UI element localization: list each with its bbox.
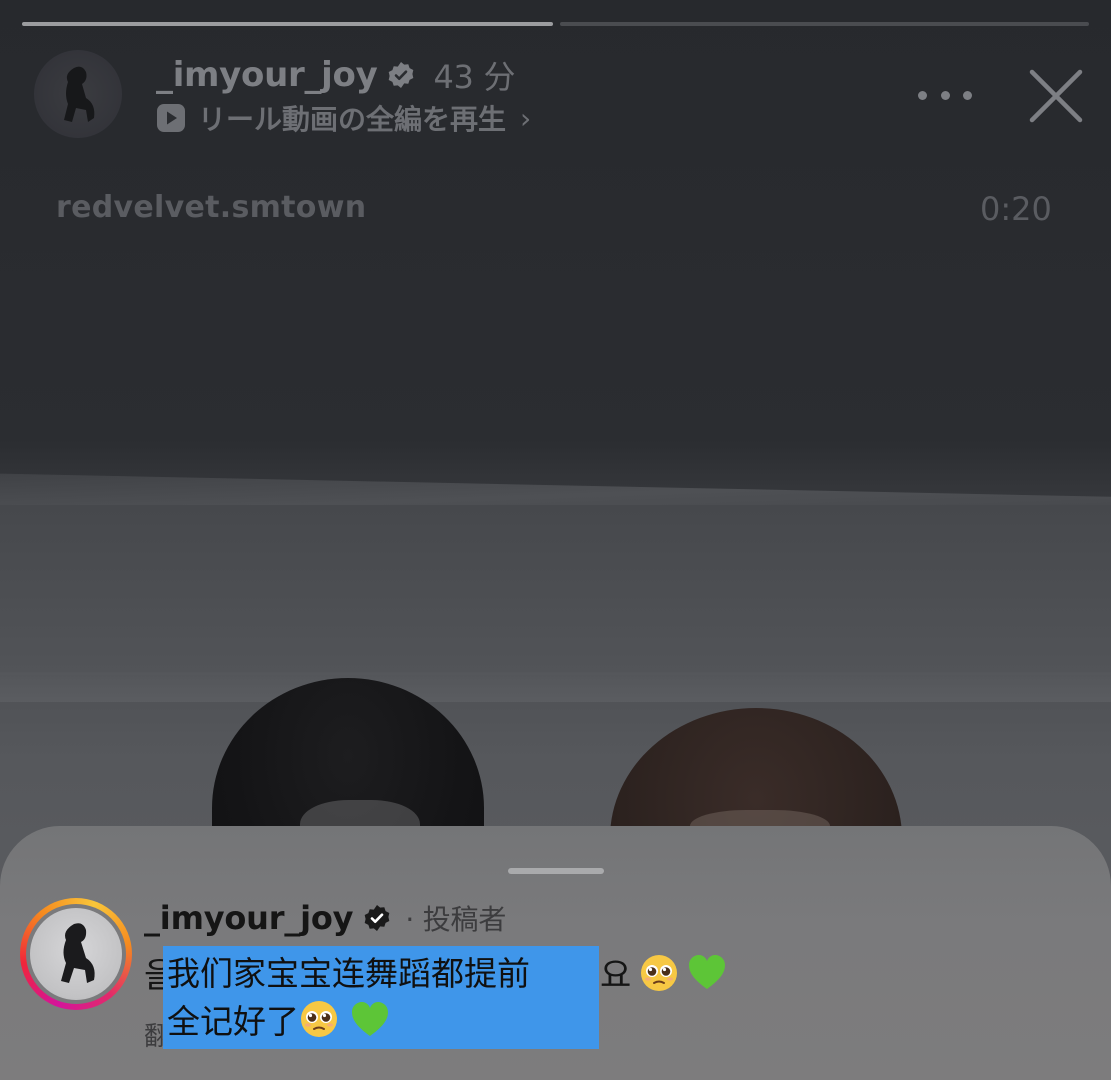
story-progress-bar xyxy=(22,22,553,26)
comment-username[interactable]: _imyour_joy xyxy=(144,899,354,937)
more-icon xyxy=(918,90,927,100)
comment-text-tail: 요 xyxy=(600,956,632,996)
play-full-reel-link[interactable]: リール動画の全編を再生 › xyxy=(156,98,531,138)
story-username[interactable]: _imyour_joy xyxy=(156,55,378,95)
story-header: _imyour_joy 43 分 xyxy=(156,52,515,98)
video-time-remaining: 0:20 xyxy=(980,190,1052,228)
avatar-figure-icon xyxy=(61,923,95,983)
profile-avatar[interactable] xyxy=(34,50,122,138)
verified-badge-icon xyxy=(365,905,390,931)
more-button[interactable] xyxy=(918,78,972,112)
green-heart-emoji xyxy=(689,954,726,989)
avatar-figure-icon xyxy=(64,66,95,122)
more-icon xyxy=(940,90,950,100)
translation-overlay: 我们家宝宝连舞蹈都提前 全记好了 xyxy=(163,946,599,1049)
comment-text-end: 요 xyxy=(600,948,727,997)
more-icon xyxy=(963,90,972,100)
pleading-face-emoji xyxy=(301,1001,337,1037)
story-progress-fill xyxy=(22,22,553,26)
sheet-drag-handle[interactable] xyxy=(508,868,604,874)
pleading-face-emoji xyxy=(641,954,678,991)
post-time: 43 分 xyxy=(433,58,516,96)
wall-panel xyxy=(0,505,1111,675)
story-progress-bar xyxy=(560,22,1089,26)
wall-ledge xyxy=(0,672,1111,702)
commenter-avatar[interactable] xyxy=(30,908,122,1000)
author-label: · 投稿者 xyxy=(405,903,507,936)
play-square-icon xyxy=(157,104,185,132)
reel-link-label: リール動画の全編を再生 xyxy=(198,103,507,136)
translation-text: 我们家宝宝连舞蹈都提前 全记好了 xyxy=(167,954,530,1041)
close-icon[interactable] xyxy=(1026,66,1086,126)
verified-badge-icon xyxy=(389,62,414,88)
chevron-right-icon: › xyxy=(520,101,532,135)
green-heart-emoji xyxy=(351,1002,388,1036)
comment-header: _imyour_joy · 投稿者 xyxy=(144,898,506,938)
mention-sticker[interactable]: redvelvet.smtown xyxy=(56,190,366,225)
